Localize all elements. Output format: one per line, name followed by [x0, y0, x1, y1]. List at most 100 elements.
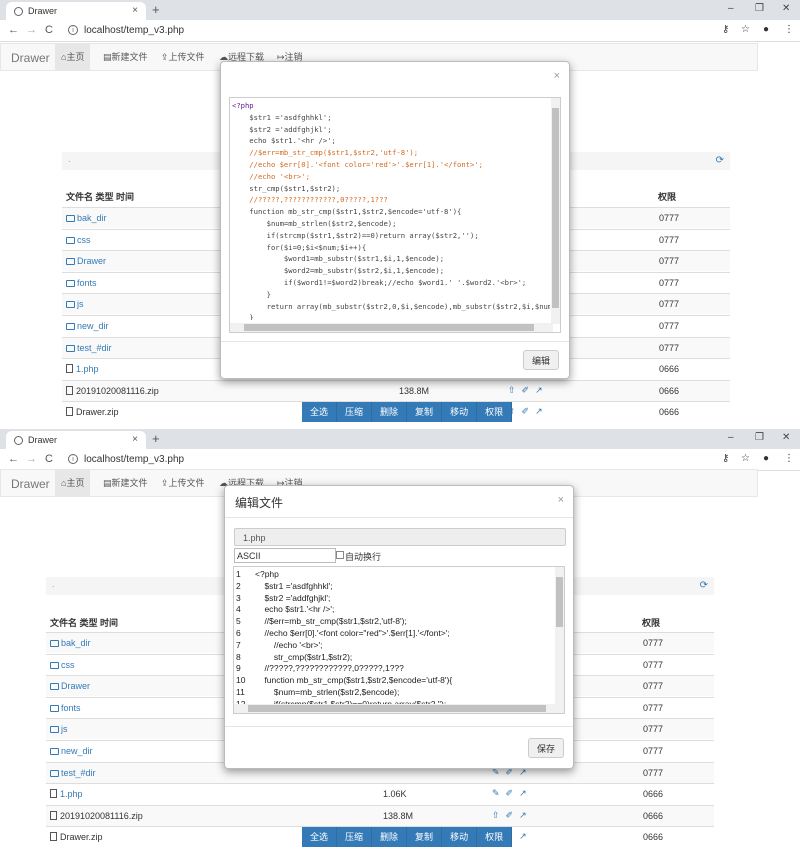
rename-icon[interactable]: ✐ — [522, 385, 536, 395]
browser-tab[interactable]: Drawer × — [6, 431, 146, 449]
info-icon[interactable]: i — [68, 454, 78, 464]
modal-close-button[interactable]: × — [558, 494, 564, 506]
omnibox[interactable]: i localhost/temp_v3.php — [64, 23, 714, 39]
open-icon[interactable]: ↗ — [519, 788, 533, 798]
unzip-icon[interactable]: ⇧ — [492, 810, 506, 820]
unzip-icon[interactable]: ⇧ — [508, 385, 522, 395]
edit-button[interactable]: 编辑 — [522, 350, 559, 370]
file-name-link[interactable]: new_dir — [50, 746, 93, 756]
nav-new-file[interactable]: ▤新建文件 — [97, 470, 154, 496]
file-name-link[interactable]: test_#dir — [66, 343, 112, 353]
delete-button[interactable]: 删除 — [372, 402, 408, 422]
account-icon[interactable]: ● — [763, 453, 769, 464]
brand[interactable]: Drawer — [11, 477, 50, 491]
minimize-button[interactable]: – — [728, 432, 734, 443]
move-button[interactable]: 移动 — [442, 827, 478, 847]
move-button[interactable]: 移动 — [442, 402, 478, 422]
rename-icon[interactable]: ✐ — [506, 810, 520, 820]
wrap-checkbox[interactable] — [336, 551, 344, 559]
reload-button[interactable]: C — [45, 453, 53, 465]
refresh-icon[interactable]: ⟳ — [716, 155, 724, 166]
horizontal-scrollbar[interactable] — [234, 704, 557, 713]
omnibox[interactable]: i localhost/temp_v3.php — [64, 452, 714, 468]
save-button[interactable]: 保存 — [527, 738, 564, 758]
select-all-button[interactable]: 全选 — [302, 827, 338, 847]
nav-upload[interactable]: ⇪上传文件 — [155, 44, 211, 70]
file-name-link[interactable]: css — [50, 660, 75, 670]
file-name-link[interactable]: new_dir — [66, 321, 109, 331]
scroll-thumb[interactable] — [556, 577, 563, 627]
hscroll-thumb[interactable] — [248, 705, 546, 712]
refresh-icon[interactable]: ⟳ — [700, 580, 708, 591]
reload-button[interactable]: C — [45, 24, 53, 36]
copy-button[interactable]: 复制 — [407, 402, 443, 422]
close-window-button[interactable]: ✕ — [782, 432, 790, 443]
browser-tab[interactable]: Drawer × — [6, 2, 146, 20]
file-name-link[interactable]: Drawer — [50, 681, 90, 691]
new-tab-button[interactable]: + — [152, 431, 160, 446]
nav-home[interactable]: ⌂主页 — [55, 470, 91, 496]
file-name-link[interactable]: 1.php — [50, 789, 83, 799]
editor-text[interactable]: <?php $str1 ='asdfghhkl'; $str2 ='addfgh… — [255, 569, 555, 709]
filename-field[interactable]: 1.php — [234, 528, 566, 546]
breadcrumb-text[interactable]: . — [68, 154, 71, 164]
code-content[interactable]: <?php $str1 ='asdfghhkl'; $str2 ='addfgh… — [232, 100, 550, 320]
account-icon[interactable]: ● — [763, 24, 769, 35]
table-row[interactable]: 1.php 1.06K ✎✐↗ 0666 — [46, 783, 714, 804]
nav-home[interactable]: ⌂主页 — [55, 44, 91, 70]
file-name-link[interactable]: bak_dir — [66, 213, 107, 223]
restore-button[interactable]: ❐ — [755, 432, 764, 443]
file-name-link[interactable]: 20191020081116.zip — [66, 385, 159, 396]
key-icon[interactable]: ⚷ — [722, 24, 729, 35]
menu-icon[interactable]: ⋮ — [784, 453, 794, 464]
close-window-button[interactable]: ✕ — [782, 3, 790, 14]
code-view[interactable]: <?php $str1 ='asdfghhkl'; $str2 ='addfgh… — [229, 97, 561, 333]
file-name-link[interactable]: Drawer.zip — [66, 407, 119, 417]
compress-button[interactable]: 压缩 — [337, 402, 373, 422]
encoding-input[interactable]: ASCII — [234, 548, 336, 563]
minimize-button[interactable]: – — [728, 3, 734, 14]
restore-button[interactable]: ❐ — [755, 3, 764, 14]
edit-icon[interactable]: ✎ — [492, 788, 506, 798]
open-icon[interactable]: ↗ — [535, 406, 549, 416]
back-button[interactable]: ← — [8, 453, 19, 465]
table-row[interactable]: 20191020081116.zip 138.8M ⇧✐↗ 0666 — [46, 804, 714, 826]
file-name-link[interactable]: 20191020081116.zip — [50, 810, 143, 821]
select-all-button[interactable]: 全选 — [302, 402, 338, 422]
new-tab-button[interactable]: + — [152, 2, 160, 17]
file-name-link[interactable]: js — [50, 724, 68, 734]
delete-button[interactable]: 删除 — [372, 827, 408, 847]
star-icon[interactable]: ☆ — [741, 24, 750, 35]
rename-icon[interactable]: ✐ — [506, 788, 520, 798]
vertical-scrollbar[interactable] — [555, 567, 564, 713]
file-name-link[interactable]: test_#dir — [50, 768, 96, 778]
permission-button[interactable]: 权限 — [477, 402, 513, 422]
code-editor[interactable]: 123456789101112 <?php $str1 ='asdfghhkl'… — [233, 566, 565, 714]
tab-close-button[interactable]: × — [132, 5, 138, 16]
forward-button[interactable]: → — [26, 453, 37, 465]
tab-close-button[interactable]: × — [132, 434, 138, 445]
modal-close-button[interactable]: × — [554, 70, 560, 82]
brand[interactable]: Drawer — [11, 51, 50, 65]
file-name-link[interactable]: 1.php — [66, 364, 99, 374]
file-name-link[interactable]: fonts — [66, 278, 97, 288]
file-name-link[interactable]: Drawer — [66, 256, 106, 266]
rename-icon[interactable]: ✐ — [522, 406, 536, 416]
info-icon[interactable]: i — [68, 25, 78, 35]
star-icon[interactable]: ☆ — [741, 453, 750, 464]
nav-new-file[interactable]: ▤新建文件 — [97, 44, 154, 70]
hscroll-thumb[interactable] — [244, 324, 534, 331]
back-button[interactable]: ← — [8, 24, 19, 36]
forward-button[interactable]: → — [26, 24, 37, 36]
vertical-scrollbar[interactable] — [551, 98, 560, 324]
file-name-link[interactable]: bak_dir — [50, 638, 91, 648]
menu-icon[interactable]: ⋮ — [784, 24, 794, 35]
file-name-link[interactable]: fonts — [50, 703, 81, 713]
key-icon[interactable]: ⚷ — [722, 453, 729, 464]
file-name-link[interactable]: Drawer.zip — [50, 832, 103, 842]
open-icon[interactable]: ↗ — [519, 831, 533, 841]
open-icon[interactable]: ↗ — [535, 385, 549, 395]
compress-button[interactable]: 压缩 — [337, 827, 373, 847]
copy-button[interactable]: 复制 — [407, 827, 443, 847]
nav-upload[interactable]: ⇪上传文件 — [155, 470, 211, 496]
